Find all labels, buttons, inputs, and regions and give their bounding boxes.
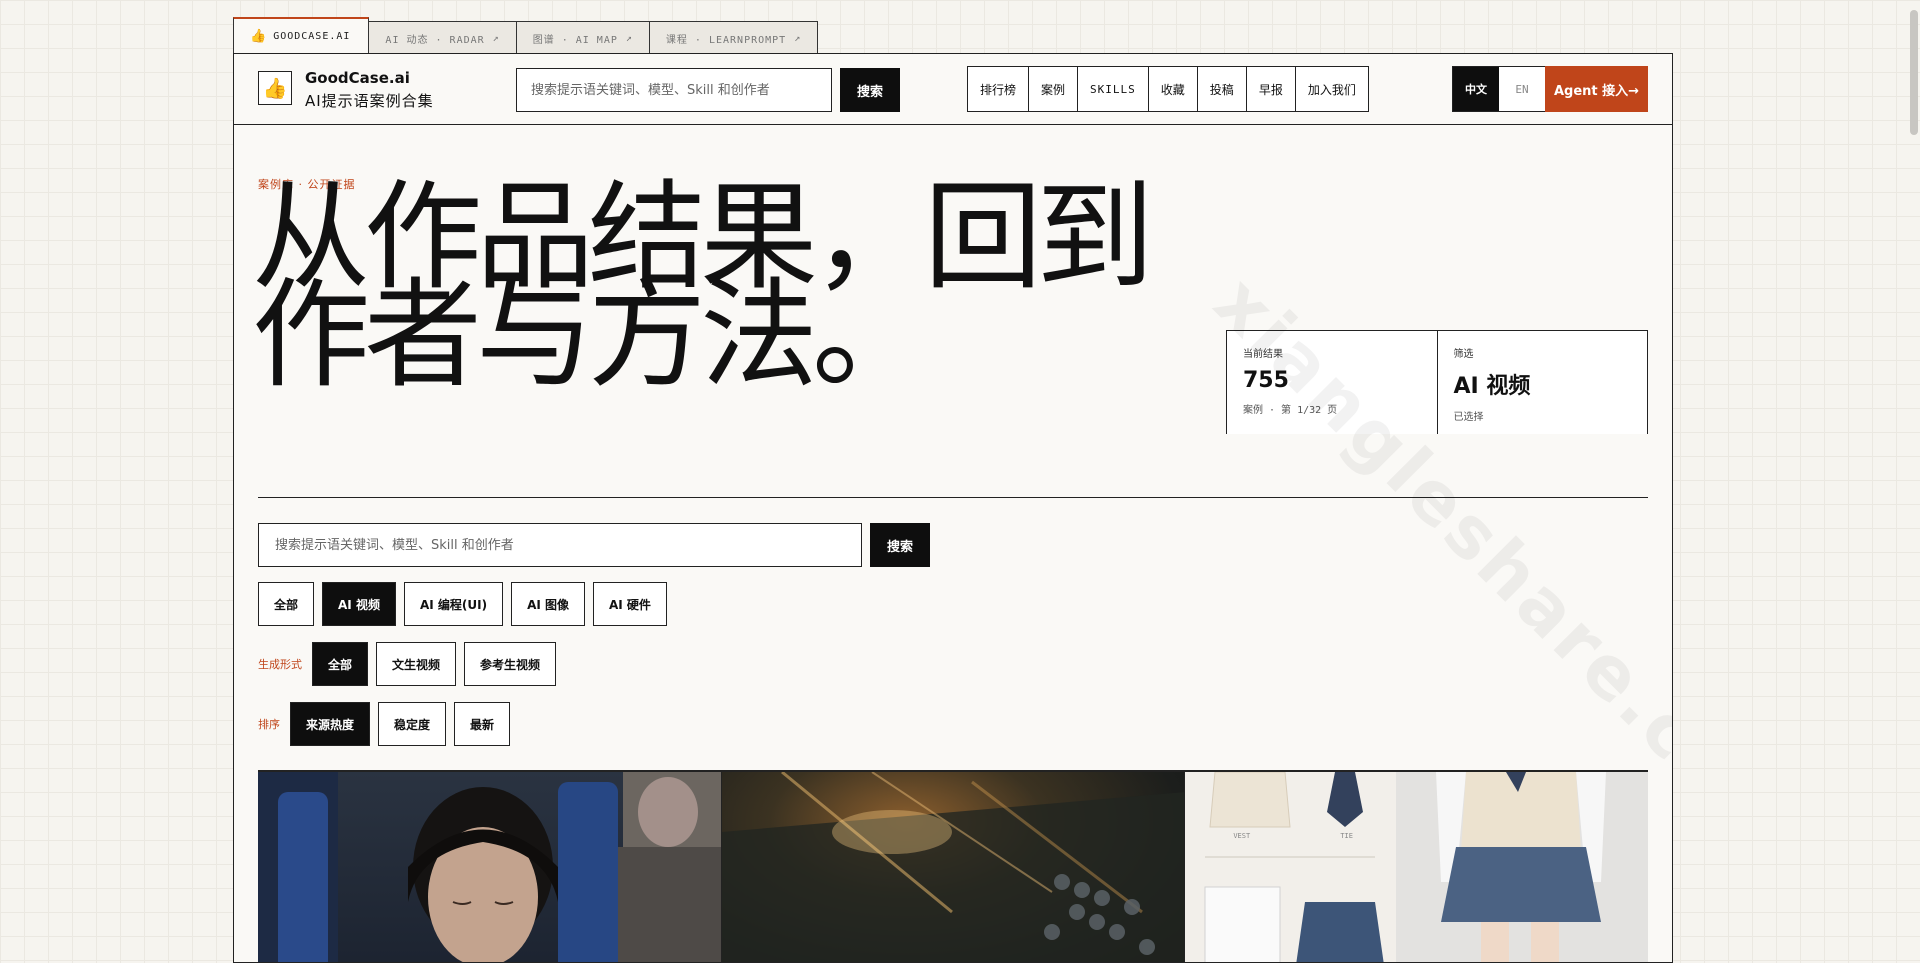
header-search-button[interactable]: 搜索 (840, 68, 900, 112)
outfit-flatlay: VEST TIE (1185, 772, 1397, 962)
category-ai-image-chip[interactable]: AI 图像 (511, 582, 585, 626)
nav-submit[interactable]: 投稿 (1198, 67, 1247, 111)
thumbs-up-icon: 👍 (250, 29, 268, 44)
nav-cases[interactable]: 案例 (1029, 67, 1079, 111)
category-all-chip[interactable]: 全部 (258, 582, 315, 626)
sort-source-popularity-chip[interactable]: 来源热度 (290, 702, 371, 746)
category-ai-coding-chip[interactable]: AI 编程(UI) (403, 582, 504, 626)
lang-zh-button[interactable]: 中文 (1453, 67, 1499, 111)
stat-note: 案例 · 第 1/32 页 (1243, 405, 1338, 416)
section-divider (258, 497, 1648, 498)
page-scrollbar[interactable] (1910, 10, 1918, 135)
stats-panel: 当前结果 755 案例 · 第 1/32 页 筛选 AI 视频 已选择 (1226, 330, 1648, 434)
agent-connect-button[interactable]: Agent 接入→ (1545, 66, 1648, 112)
external-link-icon: ↗ (625, 32, 633, 44)
vest-label: VEST (1233, 832, 1251, 840)
nav-favorites[interactable]: 收藏 (1149, 67, 1198, 111)
nav-daily-report[interactable]: 早报 (1247, 67, 1296, 111)
sort-filter: 排序 来源热度 稳定度 最新 (258, 702, 518, 746)
brand-name[interactable]: GoodCase.ai (305, 69, 410, 87)
tab-label: 图谱 · AI MAP (532, 34, 618, 46)
stat-current-results: 当前结果 755 案例 · 第 1/32 页 (1227, 331, 1438, 434)
tab-radar[interactable]: AI 动态 · RADAR ↗ (368, 21, 517, 54)
app-frame: 👍 GoodCase.ai AI提示语案例合集 搜索 排行榜 案例 SKILLS… (233, 53, 1673, 963)
generation-filter-label: 生成形式 (258, 658, 302, 671)
sort-stability-chip[interactable]: 稳定度 (378, 702, 447, 746)
category-ai-video-chip[interactable]: AI 视频 (322, 582, 396, 626)
airplane-passenger-image (258, 772, 721, 962)
main-search-button[interactable]: 搜索 (870, 523, 930, 567)
main-search-input[interactable] (258, 523, 862, 567)
category-filter: 全部 AI 视频 AI 编程(UI) AI 图像 AI 硬件 (258, 582, 675, 626)
tab-learnprompt[interactable]: 课程 · LEARNPROMPT ↗ (648, 21, 819, 54)
tab-label: 课程 · LEARNPROMPT (665, 34, 787, 46)
case-card[interactable] (258, 772, 722, 962)
generation-text-to-video-chip[interactable]: 文生视频 (376, 642, 457, 686)
sort-latest-chip[interactable]: 最新 (454, 702, 511, 746)
tab-goodcase[interactable]: 👍 GOODCASE.AI (233, 17, 370, 54)
generation-filter: 生成形式 全部 文生视频 参考生视频 (258, 642, 564, 686)
main-nav: 排行榜 案例 SKILLS 收藏 投稿 早报 加入我们 (967, 66, 1369, 112)
stat-note: 已选择 (1453, 412, 1484, 423)
stat-value: AI 视频 (1453, 374, 1531, 399)
header-search-input[interactable] (516, 68, 832, 112)
site-header: 👍 GoodCase.ai AI提示语案例合集 搜索 排行榜 案例 SKILLS… (234, 54, 1672, 125)
brand-subtitle: AI提示语案例合集 (305, 92, 434, 110)
nav-skills[interactable]: SKILLS (1078, 67, 1149, 111)
generation-all-chip[interactable]: 全部 (312, 642, 369, 686)
nav-leaderboard[interactable]: 排行榜 (968, 67, 1030, 111)
lang-en-button[interactable]: EN (1499, 67, 1545, 111)
stat-filter: 筛选 AI 视频 已选择 (1438, 331, 1648, 434)
case-card[interactable]: VEST TIE (1185, 772, 1648, 962)
page-headline: 从作品结果，回到 作者与方法。 (252, 178, 1154, 394)
nav-join-us[interactable]: 加入我们 (1296, 67, 1368, 111)
tie-label: TIE (1340, 832, 1353, 840)
external-link-icon: ↗ (794, 32, 802, 44)
external-link-icon: ↗ (492, 32, 500, 44)
tab-label: AI 动态 · RADAR (385, 34, 485, 46)
logo-thumbs-up-icon[interactable]: 👍 (258, 71, 292, 105)
headline-line-2: 作者与方法。 (252, 266, 930, 404)
outfit-model (1396, 772, 1648, 962)
clothing-items-image (1204, 772, 1384, 962)
stat-label: 筛选 (1453, 349, 1474, 360)
tab-ai-map[interactable]: 图谱 · AI MAP ↗ (515, 21, 650, 54)
language-switch: 中文 EN (1452, 66, 1546, 112)
stat-label: 当前结果 (1243, 349, 1283, 360)
model-wearing-outfit-image (1436, 772, 1607, 962)
category-ai-hardware-chip[interactable]: AI 硬件 (593, 582, 667, 626)
battlefield-scene-image (721, 772, 1185, 962)
case-grid: VEST TIE (258, 770, 1648, 962)
stat-value: 755 (1243, 368, 1289, 393)
case-card[interactable] (721, 772, 1186, 962)
sort-filter-label: 排序 (258, 718, 280, 731)
top-tabs: 👍 GOODCASE.AI AI 动态 · RADAR ↗ 图谱 · AI MA… (233, 17, 819, 54)
generation-reference-to-video-chip[interactable]: 参考生视频 (464, 642, 557, 686)
tab-label: GOODCASE.AI (273, 31, 351, 42)
